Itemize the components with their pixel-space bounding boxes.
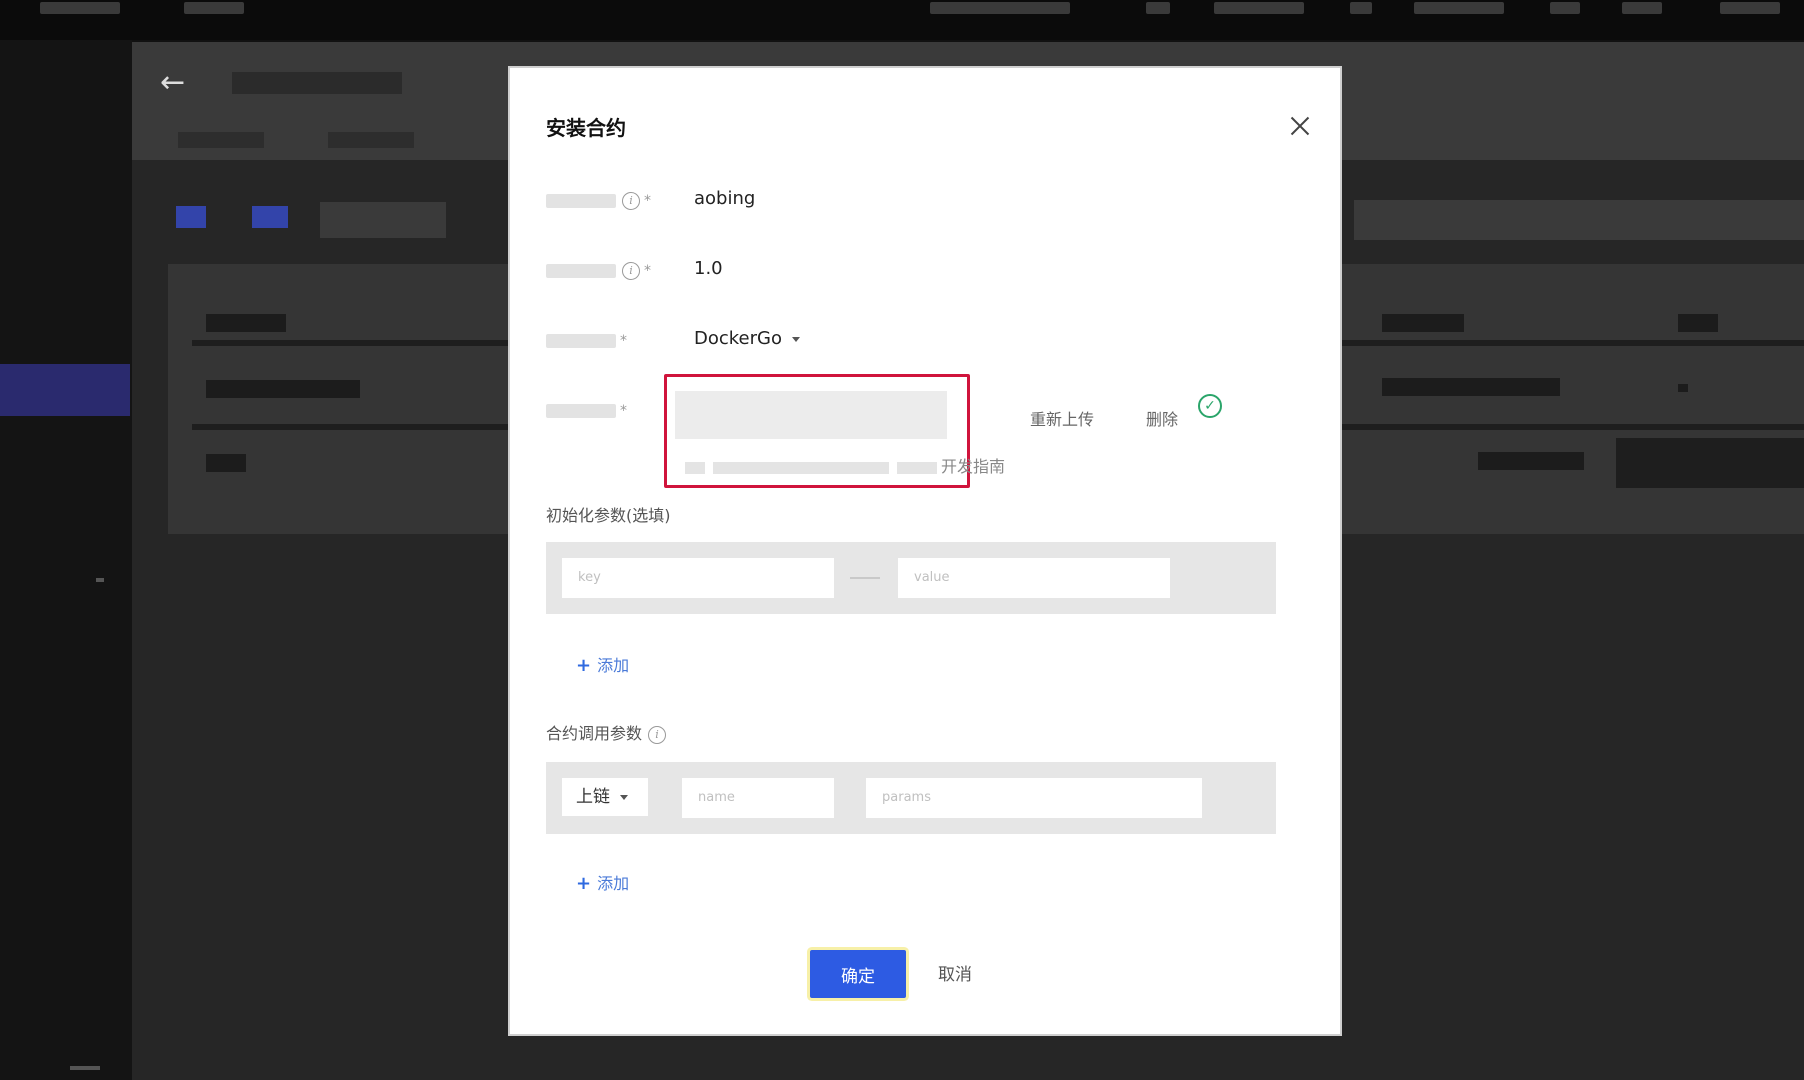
plus-icon: + [576,655,592,676]
reupload-link[interactable]: 重新上传 [1030,406,1094,430]
topbar-blur-item [1414,2,1504,14]
version-label: i * [546,260,651,280]
invoke-params-text: 合约调用参数 [546,724,643,743]
close-icon[interactable] [1288,114,1312,138]
runtime-select[interactable]: DockerGo [694,328,800,349]
sidebar-marker [70,1066,100,1070]
init-value-input[interactable]: value [898,558,1170,598]
chevron-down-icon [792,336,800,342]
table-cell [1678,384,1688,392]
topbar-blur-item [1350,2,1372,14]
table-divider [1342,424,1804,430]
table-header-cell [206,314,286,332]
page-title [232,72,402,94]
version-value: 1.0 [694,258,723,279]
invoke-params-panel: 上链 name params [546,762,1276,834]
install-contract-dialog: 安装合约 i * aobing i * 1.0 * DockerGo * 开发指南 … [508,66,1342,1036]
delete-link[interactable]: 删除 [1146,406,1178,430]
init-params-label: 初始化参数(选填) [546,506,671,525]
required-mark: * [644,262,651,279]
contract-file-label: * [546,400,627,419]
sidebar-marker [96,578,104,582]
add-invoke-param-button[interactable]: + 添加 [576,870,629,894]
back-arrow-icon[interactable]: ← [160,68,185,98]
upload-area: 开发指南 [664,374,1005,488]
table-cell [206,380,360,398]
label-text [546,193,616,208]
info-icon[interactable]: i [622,261,640,280]
separator-dash [850,577,880,579]
check-circle-icon: ✓ [1198,394,1222,418]
invoke-params-input[interactable]: params [866,778,1202,818]
cancel-button[interactable]: 取消 [938,960,972,985]
add-label: 添加 [597,656,630,675]
table-header-cell [1382,314,1464,332]
topbar-blur-item [40,2,120,14]
toolbar-button[interactable] [176,206,206,228]
topbar-blur-item [1622,2,1662,14]
add-label: 添加 [597,874,630,893]
topbar-blur-item [930,2,1070,14]
label-text [546,333,616,348]
sidebar [0,40,132,1080]
table-divider [192,340,512,346]
tab[interactable] [328,132,414,148]
method-select-value: 上链 [576,787,610,807]
toolbar-button[interactable] [252,206,288,228]
invoke-name-input[interactable]: name [682,778,834,818]
required-mark: * [620,332,627,349]
search-box[interactable] [1354,200,1804,240]
method-select[interactable]: 上链 [562,778,648,816]
topbar-blur-item [1550,2,1580,14]
invoke-params-label: 合约调用参数 i [546,720,667,744]
runtime-select-value: DockerGo [694,328,782,349]
info-icon[interactable]: i [648,725,667,744]
sidebar-active-item[interactable] [0,364,130,416]
dev-guide-link[interactable]: 开发指南 [941,457,1005,476]
contract-name-label: i * [546,190,651,210]
required-mark: * [644,192,651,209]
label-text [546,263,616,278]
table-header-cell [1678,314,1718,332]
hint-blur [685,461,705,474]
contract-name-value: aobing [694,188,756,209]
topbar-blur-item [1720,2,1780,14]
hint-blur [897,461,937,474]
label-text [546,403,616,418]
tab[interactable] [178,132,264,148]
init-params-panel: key value [546,542,1276,614]
topbar-blur-item [1146,2,1170,14]
topbar-blur-item [184,2,244,14]
table-cell [1382,378,1560,396]
upload-hint: 开发指南 [681,453,1005,477]
chevron-down-icon [620,794,628,800]
hint-blur [713,461,889,474]
uploaded-file[interactable] [675,391,947,439]
table-footer [206,454,246,472]
dialog-title: 安装合约 [546,116,626,140]
info-icon[interactable]: i [622,191,640,210]
topbar-blur-item [1214,2,1304,14]
required-mark: * [620,402,627,419]
add-init-param-button[interactable]: + 添加 [576,652,629,676]
pagination-info [1478,452,1584,470]
confirm-button[interactable]: 确定 [810,950,906,998]
pagination[interactable] [1616,438,1804,488]
plus-icon: + [576,873,592,894]
runtime-label: * [546,330,627,349]
table-divider [192,424,512,430]
table-divider [1342,340,1804,346]
toolbar-button[interactable] [320,202,446,238]
init-key-input[interactable]: key [562,558,834,598]
top-bar [0,0,1804,40]
